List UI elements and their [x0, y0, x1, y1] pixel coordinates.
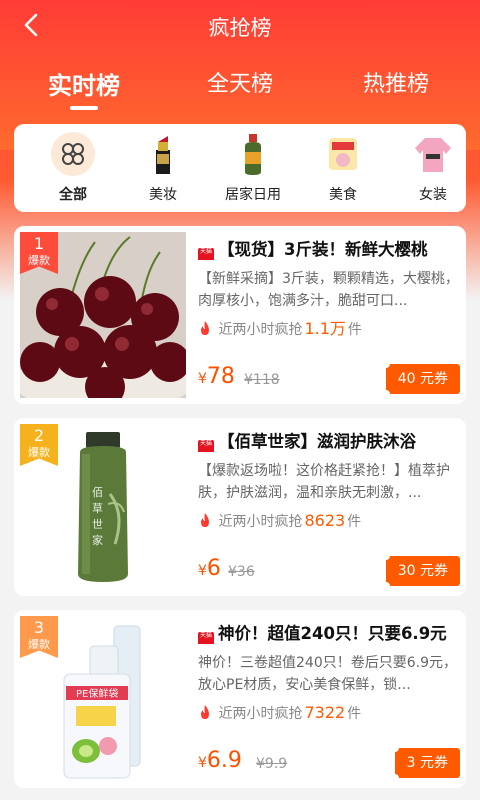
rank-number: 3: [33, 618, 45, 637]
category-label: 居家日用: [225, 187, 281, 203]
product-desc: 【爆款返场啦！这价格赶紧抢！】植萃护肤，护肤滋润，温和亲肤无刺激，...: [198, 463, 450, 501]
tmall-badge-icon: 天猫: [198, 632, 214, 644]
svg-text:世: 世: [92, 518, 103, 531]
snack-icon: [321, 132, 365, 176]
cling-wrap-image[interactable]: PE保鲜袋 3 爆款: [20, 616, 186, 782]
sold-count: 8623: [304, 511, 346, 530]
current-price: ¥6: [198, 556, 221, 581]
svg-text:家: 家: [92, 533, 103, 547]
original-price: ¥36: [228, 564, 255, 580]
tab-allday[interactable]: 全天榜: [170, 66, 310, 98]
sold-stats: 近两小时疯抢 7322 件: [198, 702, 460, 724]
current-price: ¥6.9: [198, 748, 242, 773]
category-womenswear[interactable]: 女装: [388, 132, 466, 204]
flame-icon: [201, 513, 209, 527]
svg-text:PE保鲜袋: PE保鲜袋: [76, 687, 118, 700]
currency-symbol: ¥: [198, 755, 207, 771]
sold-stats: 近两小时疯抢 8623 件: [198, 510, 460, 532]
original-price: ¥118: [244, 372, 280, 388]
currency-symbol: ¥: [198, 563, 207, 579]
tmall-badge-icon: 天猫: [198, 248, 214, 260]
category-bar: 全部 美妆 居家日用 美食 女装: [14, 124, 466, 212]
currency-symbol: ¥: [198, 371, 207, 387]
lipstick-icon: [141, 132, 185, 176]
svg-text:佰: 佰: [92, 486, 103, 499]
price-value: 6.9: [206, 748, 242, 773]
flame-icon: [201, 321, 209, 335]
product-card[interactable]: PE保鲜袋 3 爆款 天猫 神价！超值240只！只要6.9元 神价！三卷超值240…: [14, 610, 466, 788]
product-card[interactable]: 佰 草 世 家 2 爆款 天猫 【佰草世家】滋润护肤沐浴 【爆款返场啦！这价格赶紧…: [14, 418, 466, 596]
sold-count: 1.1万: [304, 319, 346, 338]
coupon-button[interactable]: 3 元券: [390, 744, 460, 782]
tab-hot-recommend[interactable]: 热推榜: [326, 66, 466, 98]
page-title: 疯抢榜: [208, 16, 272, 40]
sold-suffix: 件: [347, 322, 362, 338]
product-card[interactable]: 1 爆款 天猫 【现货】3斤装！新鲜大樱桃 【新鲜采摘】3斤装，颗颗精选，大樱桃，…: [14, 226, 466, 404]
coupon-button[interactable]: 40 元券: [381, 360, 460, 398]
category-all[interactable]: 全部: [28, 132, 118, 204]
sold-prefix: 近两小时疯抢: [218, 706, 303, 722]
sold-prefix: 近两小时疯抢: [218, 514, 303, 530]
rank-tabs: 实时榜 全天榜 热推榜: [0, 60, 480, 116]
svg-text:草: 草: [92, 502, 103, 515]
top-bar: 疯抢榜: [0, 0, 480, 52]
product-title[interactable]: 天猫 神价！超值240只！只要6.9元: [198, 620, 460, 644]
price-row: ¥6 ¥36 30 元券: [198, 552, 460, 590]
product-info: 天猫 【现货】3斤装！新鲜大樱桃 【新鲜采摘】3斤装，颗颗精选，大樱桃，肉厚核小，…: [198, 236, 460, 340]
price-row: ¥78 ¥118 40 元券: [198, 360, 460, 398]
category-food[interactable]: 美食: [298, 132, 388, 204]
bottle-icon: [231, 132, 275, 176]
category-label: 女装: [419, 187, 447, 203]
product-title-text: 神价！超值240只！只要6.9元: [218, 624, 447, 643]
tab-realtime[interactable]: 实时榜: [14, 66, 154, 101]
rank-tag: 爆款: [28, 254, 50, 267]
sold-suffix: 件: [347, 706, 362, 722]
flame-icon: [201, 705, 209, 719]
product-title-text: 【佰草世家】滋润护肤沐浴: [218, 432, 416, 451]
product-desc: 【新鲜采摘】3斤装，颗颗精选，大樱桃，肉厚核小，饱满多汁，脆甜可口...: [198, 271, 459, 309]
product-info: 天猫 【佰草世家】滋润护肤沐浴 【爆款返场啦！这价格赶紧抢！】植萃护肤，护肤滋润，…: [198, 428, 460, 532]
clover-icon: [51, 132, 95, 176]
category-label: 全部: [59, 187, 87, 203]
shower-gel-image[interactable]: 佰 草 世 家 2 爆款: [20, 424, 186, 590]
sold-prefix: 近两小时疯抢: [218, 322, 303, 338]
category-home[interactable]: 居家日用: [208, 132, 298, 204]
tmall-badge-icon: 天猫: [198, 440, 214, 452]
sold-stats: 近两小时疯抢 1.1万件: [198, 318, 460, 340]
cherries-image[interactable]: 1 爆款: [20, 232, 186, 398]
rank-tag: 爆款: [28, 446, 50, 459]
price-row: ¥6.9 ¥9.9 3 元券: [198, 744, 460, 782]
category-makeup[interactable]: 美妆: [118, 132, 208, 204]
rank-tag: 爆款: [28, 638, 50, 651]
price-value: 78: [206, 364, 235, 389]
product-desc: 神价！三卷超值240只！卷后只要6.9元，放心PE材质，安心美食保鲜，锁...: [198, 655, 457, 693]
coupon-button[interactable]: 30 元券: [381, 552, 460, 590]
sold-suffix: 件: [347, 514, 362, 530]
price-value: 6: [206, 556, 221, 581]
product-title[interactable]: 天猫 【佰草世家】滋润护肤沐浴: [198, 428, 460, 452]
sold-count: 7322: [304, 703, 346, 722]
category-label: 美食: [329, 187, 357, 203]
rank-number: 2: [33, 426, 45, 445]
rank-number: 1: [33, 234, 45, 253]
current-price: ¥78: [198, 364, 235, 389]
product-info: 天猫 神价！超值240只！只要6.9元 神价！三卷超值240只！卷后只要6.9元，…: [198, 620, 460, 724]
original-price: ¥9.9: [256, 756, 288, 772]
product-title[interactable]: 天猫 【现货】3斤装！新鲜大樱桃: [198, 236, 460, 260]
category-label: 美妆: [149, 187, 177, 203]
active-tab-indicator: [70, 106, 98, 110]
sweater-icon: [411, 132, 455, 176]
product-title-text: 【现货】3斤装！新鲜大樱桃: [218, 240, 428, 259]
